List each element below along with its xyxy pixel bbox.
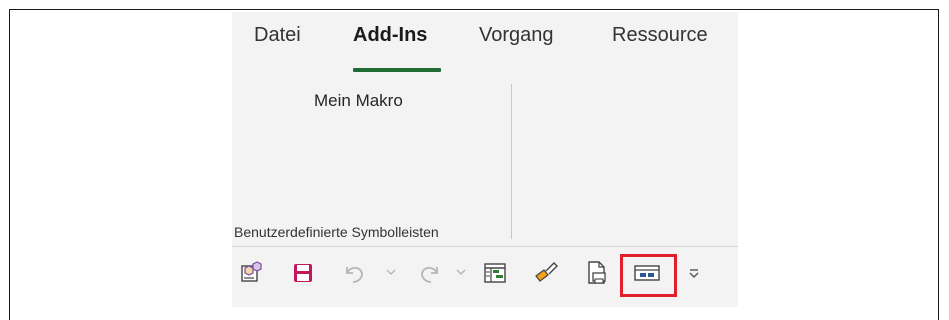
ribbon-bottom-border <box>232 246 738 247</box>
format-painter-icon <box>532 260 560 286</box>
tab-add-ins[interactable]: Add-Ins <box>353 24 427 47</box>
format-painter-button[interactable] <box>530 258 562 288</box>
customize-qat-icon <box>688 266 700 280</box>
group-separator <box>511 84 512 239</box>
active-tab-indicator <box>353 68 441 72</box>
redo-dropdown[interactable] <box>455 264 467 280</box>
print-preview-button[interactable] <box>583 258 611 288</box>
redo-button[interactable] <box>416 258 444 288</box>
project-cubes-button[interactable] <box>238 258 268 288</box>
redo-icon <box>417 260 443 286</box>
tab-ressource[interactable]: Ressource <box>612 24 708 47</box>
tab-datei[interactable]: Datei <box>254 24 301 47</box>
mein-makro-button[interactable]: Mein Makro <box>314 91 403 111</box>
undo-button[interactable] <box>340 258 368 288</box>
undo-dropdown[interactable] <box>385 264 397 280</box>
undo-icon <box>341 260 367 286</box>
project-cubes-icon <box>240 260 266 286</box>
gantt-view-icon <box>483 261 507 285</box>
print-preview-icon <box>585 260 609 286</box>
highlight-box <box>620 254 677 297</box>
customize-qat-button[interactable] <box>684 258 704 288</box>
chevron-down-icon <box>456 263 466 281</box>
group-label: Benutzerdefinierte Symbolleisten <box>234 224 439 240</box>
tab-vorgang[interactable]: Vorgang <box>479 24 554 47</box>
chevron-down-icon <box>386 263 396 281</box>
save-icon <box>292 262 314 284</box>
save-button[interactable] <box>290 258 316 288</box>
gantt-view-button[interactable] <box>480 258 510 288</box>
